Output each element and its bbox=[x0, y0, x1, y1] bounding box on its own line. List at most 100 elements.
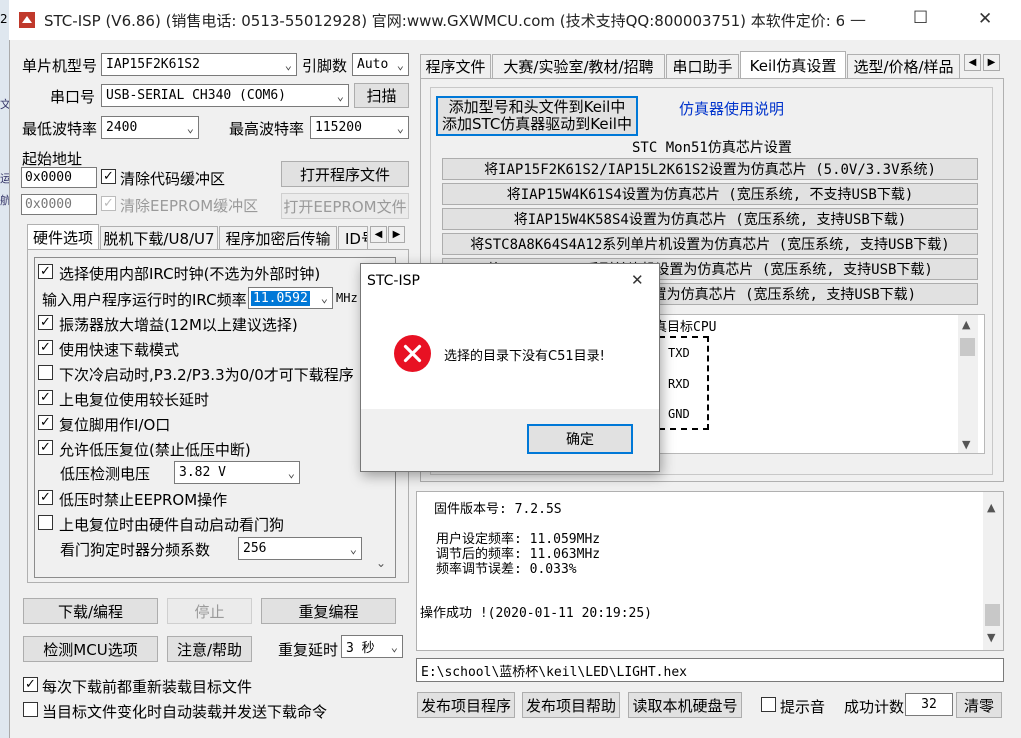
diagram-scroll-down-icon[interactable]: ▼ bbox=[962, 438, 970, 451]
log-success: 操作成功 !(2020-01-11 20:19:25) bbox=[420, 606, 653, 621]
mcu-model-value: IAP15F2K61S2 bbox=[106, 57, 200, 72]
add-to-keil-line1: 添加型号和头文件到Keil中 bbox=[448, 98, 626, 116]
chevron-down-icon: ⌄ bbox=[396, 57, 404, 72]
min-baud-select[interactable]: 2400 ⌄ bbox=[101, 116, 199, 139]
check-mcu-options-button[interactable]: 检测MCU选项 bbox=[23, 636, 158, 662]
auto-load-checkbox[interactable] bbox=[23, 702, 38, 717]
open-program-file-button[interactable]: 打开程序文件 bbox=[281, 161, 409, 187]
chevron-down-icon: ⌄ bbox=[320, 291, 328, 305]
clear-eeprom-buffer-label: 清除EEPROM缓冲区 bbox=[120, 197, 259, 215]
scan-button[interactable]: 扫描 bbox=[354, 83, 409, 108]
low-voltage-select[interactable]: 3.82 V ⌄ bbox=[174, 461, 300, 484]
internal-irc-checkbox[interactable]: ✓ bbox=[38, 264, 53, 279]
option-checkbox[interactable]: ✓ bbox=[38, 315, 53, 330]
right-tab-scroll-left-icon[interactable]: ◀ bbox=[964, 54, 981, 71]
tab-keil-emulation[interactable]: Keil仿真设置 bbox=[740, 51, 846, 78]
option-label: 使用快速下载模式 bbox=[59, 341, 180, 359]
error-icon bbox=[393, 334, 432, 373]
chevron-down-icon: ⌄ bbox=[336, 88, 344, 103]
tab-encrypted-transfer[interactable]: 程序加密后传输 bbox=[219, 226, 337, 249]
read-disk-id-button[interactable]: 读取本机硬盘号 bbox=[628, 692, 742, 718]
reload-before-download-checkbox[interactable]: ✓ bbox=[23, 677, 38, 692]
repeat-program-button[interactable]: 重复编程 bbox=[261, 598, 396, 624]
diagram-scroll-up-icon[interactable]: ▲ bbox=[962, 318, 970, 331]
tab-scroll-left-icon[interactable]: ◀ bbox=[370, 226, 387, 243]
stop-button[interactable]: 停止 bbox=[167, 598, 252, 624]
emulator-help-link[interactable]: 仿真器使用说明 bbox=[679, 98, 784, 119]
beep-checkbox[interactable] bbox=[761, 697, 776, 712]
open-eeprom-file-button[interactable]: 打开EEPROM文件 bbox=[281, 193, 409, 219]
clear-code-buffer-checkbox[interactable]: ✓ bbox=[101, 169, 116, 184]
irc-frequency-select[interactable]: 11.0592 ⌄ bbox=[248, 287, 333, 309]
chevron-down-icon: ⌄ bbox=[349, 541, 357, 556]
publish-program-button[interactable]: 发布项目程序 bbox=[417, 692, 515, 718]
options-scroll-down-icon[interactable]: ⌄ bbox=[376, 556, 386, 570]
tab-id[interactable]: ID号 bbox=[338, 226, 368, 249]
tab-contest-lab[interactable]: 大赛/实验室/教材/招聘 bbox=[492, 54, 665, 78]
set-emulator-chip-button[interactable]: 将IAP15W4K58S4设置为仿真芯片 (宽压系统, 支持USB下载) bbox=[442, 208, 978, 230]
clear-eeprom-buffer-checkbox[interactable]: ✓ bbox=[101, 196, 116, 211]
notes-help-button[interactable]: 注意/帮助 bbox=[167, 636, 252, 662]
tab-offline-download[interactable]: 脱机下载/U8/U7 bbox=[100, 226, 218, 249]
mcu-model-select[interactable]: IAP15F2K61S2 ⌄ bbox=[101, 53, 297, 76]
download-program-button[interactable]: 下载/编程 bbox=[23, 598, 158, 624]
log-scroll-thumb[interactable] bbox=[985, 604, 1000, 626]
option-label: 上电复位使用较长延时 bbox=[59, 391, 210, 409]
add-to-keil-line2: 添加STC仿真器驱动到Keil中 bbox=[442, 115, 632, 133]
max-baud-select[interactable]: 115200 ⌄ bbox=[310, 116, 409, 139]
success-count-value: 32 bbox=[905, 693, 953, 716]
set-emulator-chip-button[interactable]: 将IAP15W4K61S4设置为仿真芯片 (宽压系统, 不支持USB下载) bbox=[442, 183, 978, 205]
dialog-ok-button[interactable]: 确定 bbox=[527, 424, 633, 454]
diagram-scroll-thumb[interactable] bbox=[960, 338, 975, 356]
pins-select[interactable]: Auto ⌄ bbox=[352, 53, 409, 76]
mon51-title: STC Mon51仿真芯片设置 bbox=[632, 140, 792, 156]
diagram-scrollbar[interactable] bbox=[958, 315, 978, 453]
log-scroll-up-icon[interactable]: ▲ bbox=[987, 501, 995, 514]
log-scrollbar[interactable] bbox=[983, 492, 1003, 650]
tab-hardware-options[interactable]: 硬件选项 bbox=[27, 224, 99, 249]
option-checkbox[interactable]: ✓ bbox=[38, 390, 53, 405]
wdt-auto-checkbox[interactable] bbox=[38, 515, 53, 530]
tab-scroll-right-icon[interactable]: ▶ bbox=[388, 226, 405, 243]
max-baud-label: 最高波特率 bbox=[229, 120, 305, 138]
port-select[interactable]: USB-SERIAL CH340 (COM6) ⌄ bbox=[101, 84, 349, 107]
app-icon bbox=[18, 11, 36, 29]
tab-serial-assistant[interactable]: 串口助手 bbox=[666, 54, 739, 78]
lv-forbid-eeprom-checkbox[interactable]: ✓ bbox=[38, 490, 53, 505]
log-firmware: 固件版本号: 7.2.5S bbox=[434, 502, 562, 517]
tab-program-file[interactable]: 程序文件 bbox=[420, 54, 491, 78]
option-checkbox[interactable]: ✓ bbox=[38, 415, 53, 430]
low-voltage-value: 3.82 V bbox=[179, 465, 226, 480]
add-to-keil-button[interactable]: 添加型号和头文件到Keil中 添加STC仿真器驱动到Keil中 bbox=[436, 96, 638, 136]
set-emulator-chip-button[interactable]: 将STC8A8K64S4A12系列单片机设置为仿真芯片 (宽压系统, 支持USB… bbox=[442, 233, 978, 255]
pin-rxd: RXD bbox=[668, 377, 690, 391]
file-path-field[interactable]: E:\school\蓝桥杯\keil\LED\LIGHT.hex bbox=[416, 658, 1004, 682]
minimize-icon[interactable]: — bbox=[850, 10, 866, 29]
code-start-address-input[interactable]: 0x0000 bbox=[21, 167, 97, 188]
option-label: 允许低压复位(禁止低压中断) bbox=[59, 441, 251, 459]
option-checkbox[interactable]: ✓ bbox=[38, 440, 53, 455]
log-scroll-down-icon[interactable]: ▼ bbox=[987, 631, 995, 644]
wdt-divider-select[interactable]: 256 ⌄ bbox=[238, 537, 362, 560]
clear-count-button[interactable]: 清零 bbox=[956, 692, 1002, 718]
option-checkbox[interactable]: ✓ bbox=[38, 340, 53, 355]
min-baud-value: 2400 bbox=[106, 120, 138, 135]
maximize-icon[interactable]: ☐ bbox=[913, 8, 928, 28]
tab-selection-price[interactable]: 选型/价格/样品 bbox=[847, 54, 960, 78]
background-strip-text: 2 bbox=[0, 12, 8, 26]
dialog-close-icon[interactable]: ✕ bbox=[631, 271, 644, 289]
wdt-auto-label: 上电复位时由硬件自动启动看门狗 bbox=[59, 516, 285, 534]
beep-label: 提示音 bbox=[780, 698, 826, 716]
repeat-delay-label: 重复延时 bbox=[278, 641, 339, 659]
background-strip-char: 运 bbox=[0, 172, 11, 185]
right-tab-scroll-right-icon[interactable]: ▶ bbox=[983, 54, 1000, 71]
set-emulator-chip-button[interactable]: 将IAP15F2K61S2/IAP15L2K61S2设置为仿真芯片 (5.0V/… bbox=[442, 158, 978, 180]
option-checkbox[interactable] bbox=[38, 365, 53, 380]
chevron-down-icon: ⌄ bbox=[396, 120, 404, 135]
publish-help-button[interactable]: 发布项目帮助 bbox=[522, 692, 620, 718]
port-value: USB-SERIAL CH340 (COM6) bbox=[106, 88, 287, 103]
repeat-delay-select[interactable]: 3 秒 ⌄ bbox=[341, 635, 403, 658]
close-icon[interactable]: ✕ bbox=[978, 9, 992, 29]
option-label: 复位脚用作I/O口 bbox=[59, 416, 171, 434]
eeprom-start-address-input[interactable]: 0x0000 bbox=[21, 194, 97, 215]
